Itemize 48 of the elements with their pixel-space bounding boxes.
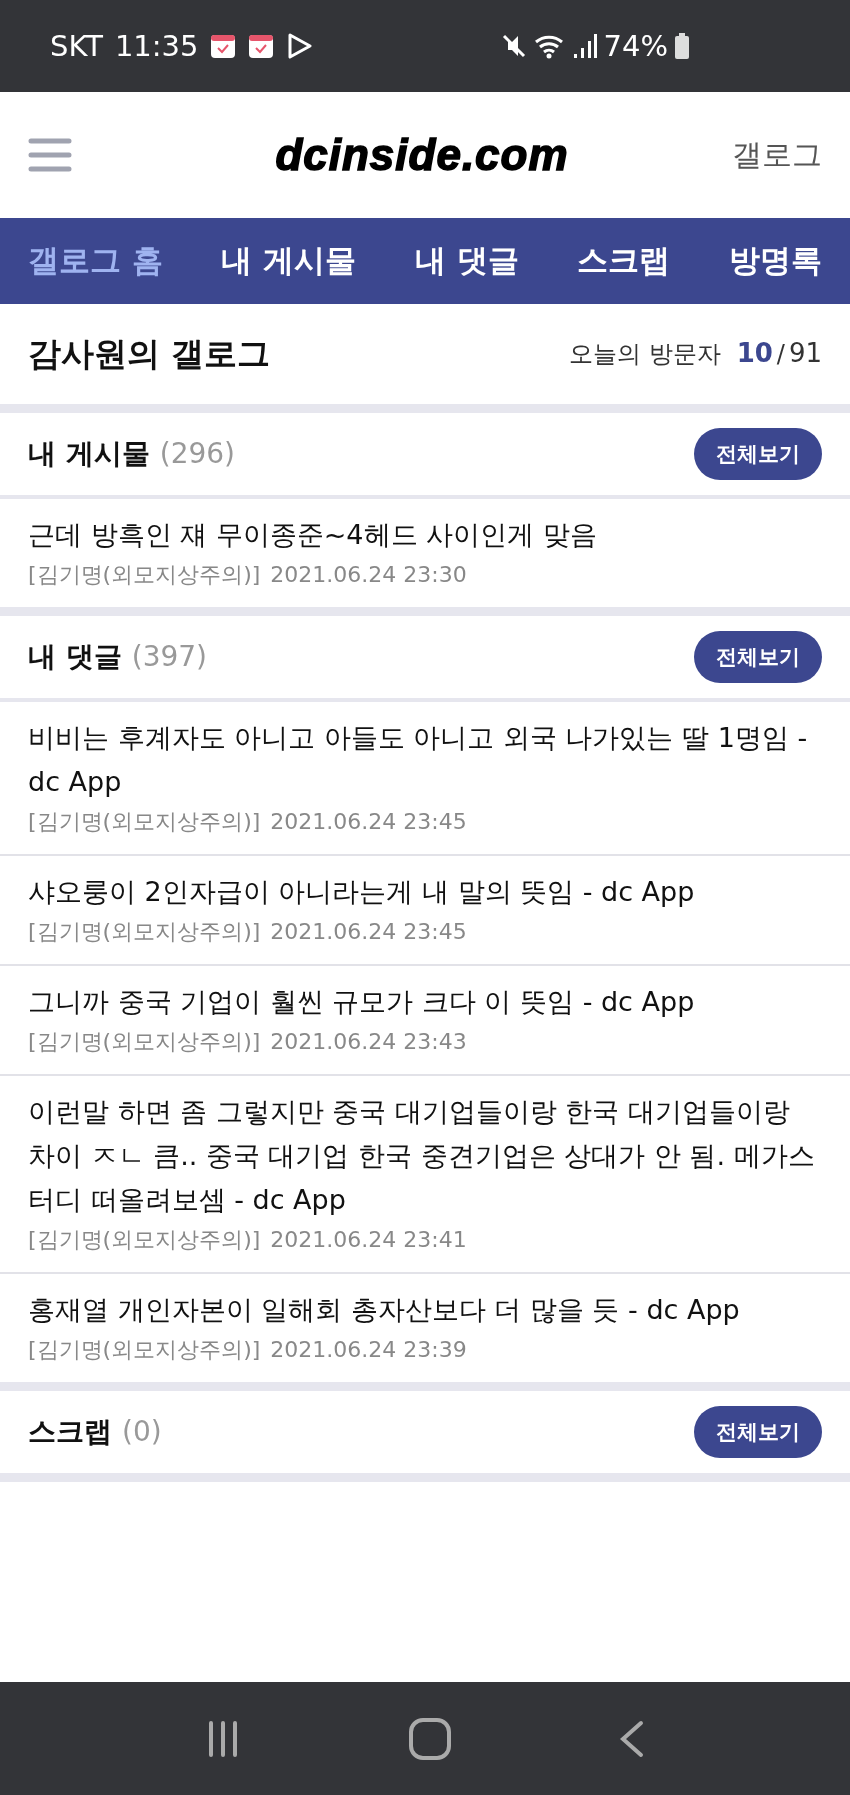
section-count: (296) xyxy=(159,437,236,470)
item-author: [김기명(외모지상주의)] xyxy=(28,561,261,589)
item-date: 2021.06.24 23:45 xyxy=(270,918,467,946)
tab[interactable]: 내 댓글 xyxy=(414,240,519,282)
site-logo[interactable]: dcinside.com xyxy=(275,130,569,180)
item-date: 2021.06.24 23:43 xyxy=(270,1028,467,1056)
section-count: (397) xyxy=(131,640,208,673)
battery-icon xyxy=(674,32,690,60)
view-all-button[interactable]: 전체보기 xyxy=(694,428,822,480)
tab[interactable]: 스크랩 xyxy=(577,240,671,282)
item-author: [김기명(외모지상주의)] xyxy=(28,1226,261,1254)
visitors-today: 10 xyxy=(736,338,773,368)
item-title[interactable]: 홍재열 개인자본이 일해회 총자산보다 더 많을 듯 - dc App xyxy=(28,1288,822,1332)
item-date: 2021.06.24 23:41 xyxy=(270,1226,467,1254)
tab[interactable]: 방명록 xyxy=(728,240,822,282)
item-author: [김기명(외모지상주의)] xyxy=(28,1028,261,1056)
tab[interactable]: 갤로그 홈 xyxy=(28,240,163,282)
view-all-button[interactable]: 전체보기 xyxy=(694,631,822,683)
home-icon[interactable] xyxy=(408,1716,452,1761)
clock: 11:35 xyxy=(114,29,199,63)
item-title[interactable]: 그니까 중국 기업이 훨씬 규모가 크다 이 뜻임 - dc App xyxy=(28,980,822,1024)
item-date: 2021.06.24 23:39 xyxy=(270,1336,467,1364)
visitors-total: 91 xyxy=(788,338,822,368)
item-title[interactable]: 근데 방흑인 쟤 무이종준~4헤드 사이인게 맞음 xyxy=(28,513,822,557)
item-title[interactable]: 비비는 후계자도 아니고 아들도 아니고 외국 나가있는 딸 1명임 - dc App xyxy=(28,716,822,804)
calendar-icon xyxy=(210,33,237,59)
section-count: (0) xyxy=(122,1415,162,1448)
section-title: 내 게시물 xyxy=(28,436,150,472)
item-author: [김기명(외모지상주의)] xyxy=(28,918,261,946)
item-author: [김기명(외모지상주의)] xyxy=(28,1336,261,1364)
separator: / xyxy=(776,340,785,368)
tab[interactable]: 내 게시물 xyxy=(221,240,357,282)
gallog-link[interactable]: 갤로그 xyxy=(732,134,822,176)
carrier: SKT xyxy=(50,29,103,63)
item-date: 2021.06.24 23:45 xyxy=(270,808,467,836)
item-title[interactable]: 샤오룽이 2인자급이 아니라는게 내 말의 뜻임 - dc App xyxy=(28,870,822,914)
item-title[interactable]: 이런말 하면 좀 그렇지만 중국 대기업들이랑 한국 대기업들이랑 차이 ㅈㄴ 큼.. 중국 대기업 한국 중견기업은 상대가 안 됨. 메가스터디 떠올려보셈 - dc App xyxy=(28,1090,822,1222)
calendar-icon xyxy=(248,33,275,59)
gallog-title: 감사원의 갤로그 xyxy=(28,332,271,375)
section-title: 스크랩 xyxy=(28,1414,112,1450)
section-title: 내 댓글 xyxy=(28,639,122,675)
play-store-icon xyxy=(286,33,313,59)
visitor-label: 오늘의 방문자 xyxy=(569,339,721,370)
item-date: 2021.06.24 23:30 xyxy=(270,561,467,589)
view-all-button[interactable]: 전체보기 xyxy=(694,1406,822,1458)
battery-percent: 74% xyxy=(603,29,668,63)
signal-icon xyxy=(571,32,598,60)
item-author: [김기명(외모지상주의)] xyxy=(28,808,261,836)
